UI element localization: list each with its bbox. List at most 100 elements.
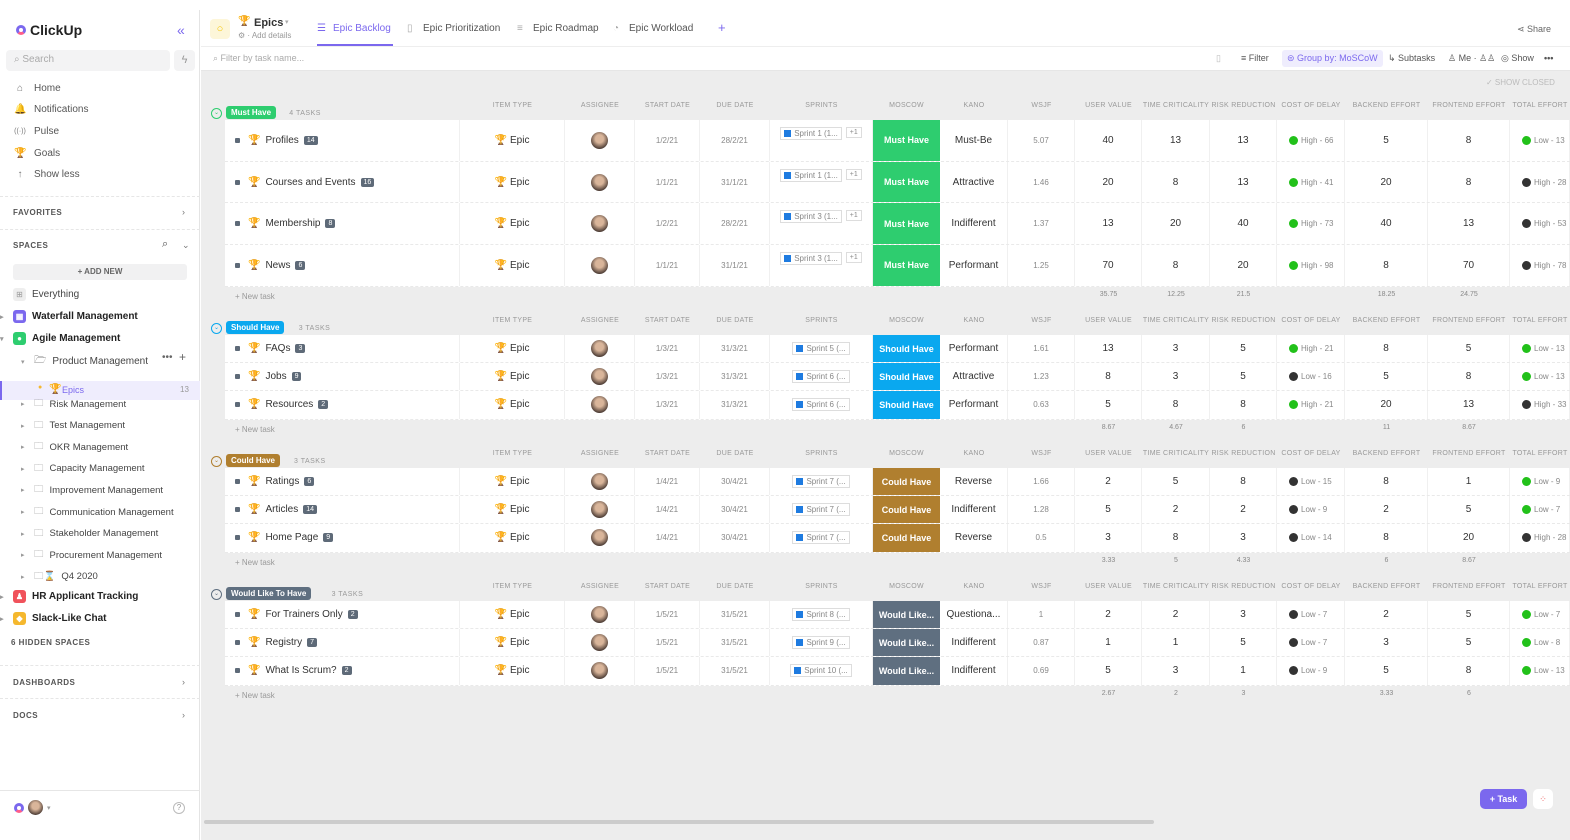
cod-cell[interactable]: Low - 9 [1277,496,1345,524]
te-cell[interactable]: Low - 7 [1510,496,1570,524]
list-status-icon[interactable]: ○ [210,19,230,39]
subtasks-button[interactable]: ↳ Subtasks [1388,53,1435,64]
caret-right-icon[interactable]: ▸ [21,443,25,451]
tc-cell[interactable]: 8 [1142,161,1210,203]
assignee-avatar[interactable] [591,256,608,274]
column-header-assignee[interactable]: ASSIGNEE [565,450,635,457]
task-name[interactable]: Courses and Events [265,177,355,188]
assignee-avatar[interactable] [591,215,608,233]
sidebar-item-everything[interactable]: ⊞ Everything [13,288,79,301]
table-row[interactable]: 🏆 Articles 14 🏆 Epic 1/4/21 30/4/21 Sprint 7 (.… [225,496,1570,525]
fe-cell[interactable]: 8 [1428,161,1510,203]
table-row[interactable]: 🏆 What Is Scrum? 2 🏆 Epic 1/5/21 31/5/21 Sprint… [225,657,1570,686]
be-cell[interactable]: 8 [1345,245,1428,286]
table-row[interactable]: 🏆 FAQs 3 🏆 Epic 1/3/21 31/3/21 Sprint 5 (... Sho… [225,335,1570,364]
sprint-tag[interactable]: Sprint 8 (... [792,608,850,621]
due-cell[interactable]: 30/4/21 [700,496,770,524]
rr-cell[interactable]: 8 [1210,391,1277,419]
fe-cell[interactable]: 8 [1428,657,1510,685]
search-spaces-icon[interactable]: ⌕ [162,238,168,251]
type-cell[interactable]: 🏆 Epic [460,629,565,657]
status-square-icon[interactable] [235,221,240,227]
status-square-icon[interactable] [235,640,240,646]
start-cell[interactable]: 1/1/21 [635,161,700,203]
task-name-cell[interactable]: 🏆 Resources 2 [225,391,460,419]
sidebar-space-waterfall[interactable]: ▸ ▦ Waterfall Management [0,310,138,323]
subtask-count-badge[interactable]: 9 [291,372,302,382]
assignee-cell[interactable] [565,524,635,552]
column-header-wsjf[interactable]: WSJF [1008,102,1075,109]
column-header-backend-effort[interactable]: BACKEND EFFORT [1345,450,1428,457]
clickup-logo[interactable]: ClickUp [16,22,82,38]
me-filter-button[interactable]: ♙ Me · ♙♙ [1448,53,1495,64]
te-cell[interactable]: Low - 8 [1510,629,1570,657]
column-header-frontend-effort[interactable]: FRONTEND EFFORT [1428,450,1510,457]
sidebar-folder[interactable]: ▸ 🗀 Improvement Management [21,482,163,498]
kano-cell[interactable]: Indifferent [940,657,1008,685]
add-new-space-button[interactable]: + ADD NEW [13,264,187,280]
column-header-start-date[interactable]: START DATE [635,450,700,457]
group-label[interactable]: Should Have [226,321,285,334]
share-button[interactable]: ⋖ Share [1517,24,1551,35]
cod-cell[interactable]: Low - 14 [1277,524,1345,552]
sprint-cell[interactable]: Sprint 6 (... [770,363,873,391]
caret-right-icon[interactable]: ▸ [0,593,4,601]
cod-cell[interactable]: High - 66 [1277,120,1345,161]
start-cell[interactable]: 1/5/21 [635,629,700,657]
assignee-avatar[interactable] [591,529,608,547]
rr-cell[interactable]: 20 [1210,245,1277,286]
sprint-cell[interactable]: Sprint 3 (1... +1 [770,245,873,286]
sprint-cell[interactable]: Sprint 3 (1... +1 [770,203,873,245]
te-cell[interactable]: High - 78 [1510,245,1570,286]
sprint-tag[interactable]: Sprint 3 (1... [780,252,842,266]
uv-cell[interactable]: 20 [1075,161,1142,203]
assignee-avatar[interactable] [591,473,608,491]
collapse-group-icon[interactable]: ⌄ [211,323,222,334]
task-name[interactable]: Registry [265,637,302,648]
sidebar-space-hr[interactable]: ▸ ♟ HR Applicant Tracking [0,590,138,603]
type-cell[interactable]: 🏆 Epic [460,335,565,363]
uv-cell[interactable]: 5 [1075,657,1142,685]
caret-right-icon[interactable]: ▸ [21,573,25,581]
user-menu[interactable]: ▾ [14,800,51,815]
table-row[interactable]: 🏆 News 6 🏆 Epic 1/1/21 31/1/21 Sprint 3 (1... +1… [225,245,1570,287]
uv-cell[interactable]: 2 [1075,468,1142,496]
assignee-cell[interactable] [565,245,635,286]
fe-cell[interactable]: 5 [1428,335,1510,363]
moscow-cell[interactable]: Would Like... [873,601,940,629]
column-header-backend-effort[interactable]: BACKEND EFFORT [1345,102,1428,109]
sprint-tag[interactable]: Sprint 7 (... [792,503,850,517]
wsjf-cell[interactable]: 1.46 [1008,161,1075,203]
sidebar-folder[interactable]: ▸ 🗀 Procurement Management [21,547,162,563]
group-label[interactable]: Could Have [226,454,281,467]
type-cell[interactable]: 🏆 Epic [460,468,565,496]
column-header-risk-reduction[interactable]: RISK REDUCTION [1210,102,1277,109]
rr-cell[interactable]: 40 [1210,203,1277,245]
sidebar-folder[interactable]: ▸ 🗀 Test Management [21,418,125,434]
be-cell[interactable]: 2 [1345,496,1428,524]
kano-cell[interactable]: Indifferent [940,496,1008,524]
kano-cell[interactable]: Performant [940,391,1008,419]
status-square-icon[interactable] [235,668,240,674]
start-cell[interactable]: 1/5/21 [635,601,700,629]
sprint-tag[interactable]: Sprint 9 (... [792,636,850,650]
assignee-avatar[interactable] [591,606,608,624]
moscow-cell[interactable]: Would Like... [873,629,940,657]
kano-cell[interactable]: Reverse [940,524,1008,552]
moscow-cell[interactable]: Must Have [873,203,940,245]
subtask-count-badge[interactable]: 2 [318,400,329,410]
assignee-cell[interactable] [565,203,635,245]
new-task-link[interactable]: + New task [235,292,275,301]
table-row[interactable]: 🏆 Jobs 9 🏆 Epic 1/3/21 31/3/21 Sprint 6 (... Sho… [225,363,1570,392]
sprint-tag[interactable]: Sprint 1 (1... [780,127,842,140]
rr-cell[interactable]: 3 [1210,601,1277,629]
task-name[interactable]: Home Page [265,532,318,543]
due-cell[interactable]: 28/2/21 [700,120,770,161]
be-cell[interactable]: 5 [1345,120,1428,161]
rr-cell[interactable]: 13 [1210,120,1277,161]
due-cell[interactable]: 31/3/21 [700,391,770,419]
task-name-cell[interactable]: 🏆 What Is Scrum? 2 [225,657,460,685]
sprint-tag[interactable]: Sprint 1 (1... [780,168,842,182]
te-cell[interactable]: High - 33 [1510,391,1570,419]
task-name[interactable]: FAQs [265,343,290,354]
